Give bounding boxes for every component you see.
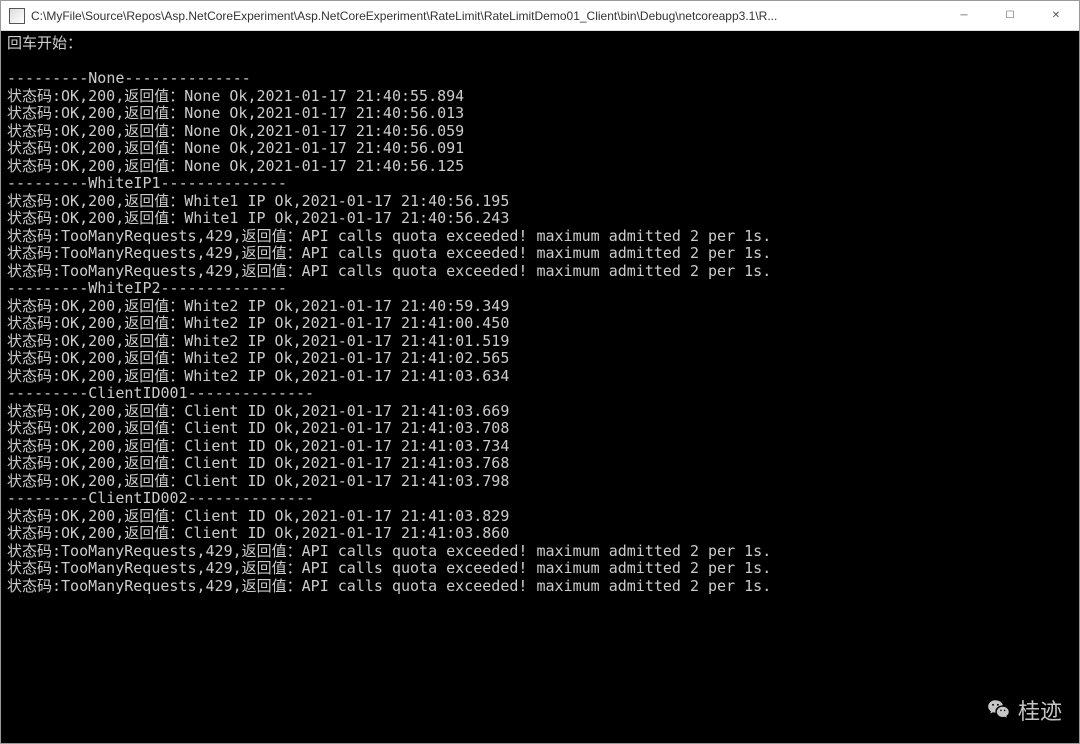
section-divider: ---------WhiteIP1-------------- [7,174,287,192]
console-line: 状态码:OK,200,返回值：White1 IP Ok,2021-01-17 2… [7,209,509,227]
console-line: 状态码:OK,200,返回值：None Ok,2021-01-17 21:40:… [7,122,464,140]
console-line: 状态码:OK,200,返回值：White2 IP Ok,2021-01-17 2… [7,332,509,350]
maximize-button[interactable]: ☐ [987,1,1033,31]
console-line: 状态码:OK,200,返回值：White1 IP Ok,2021-01-17 2… [7,192,509,210]
section-divider: ---------WhiteIP2-------------- [7,279,287,297]
console-line: 状态码:TooManyRequests,429,返回值：API calls qu… [7,262,771,280]
section-divider: ---------ClientID002-------------- [7,489,314,507]
wechat-icon [986,697,1012,723]
title-bar[interactable]: C:\MyFile\Source\Repos\Asp.NetCoreExperi… [1,1,1079,31]
console-line: 状态码:OK,200,返回值：Client ID Ok,2021-01-17 2… [7,419,509,437]
minimize-button[interactable]: ─ [941,1,987,31]
console-line: 回车开始： [7,34,82,52]
console-line: 状态码:OK,200,返回值：None Ok,2021-01-17 21:40:… [7,104,464,122]
console-line: 状态码:OK,200,返回值：White2 IP Ok,2021-01-17 2… [7,297,509,315]
console-line: 状态码:OK,200,返回值：Client ID Ok,2021-01-17 2… [7,402,509,420]
watermark: 桂迹 [986,694,1062,726]
console-line: 状态码:OK,200,返回值：White2 IP Ok,2021-01-17 2… [7,314,509,332]
console-line: 状态码:OK,200,返回值：Client ID Ok,2021-01-17 2… [7,507,509,525]
close-button[interactable]: ✕ [1033,1,1079,31]
console-line: 状态码:OK,200,返回值：White2 IP Ok,2021-01-17 2… [7,349,509,367]
console-line: 状态码:OK,200,返回值：Client ID Ok,2021-01-17 2… [7,472,509,490]
console-line: 状态码:TooManyRequests,429,返回值：API calls qu… [7,244,771,262]
console-line: 状态码:OK,200,返回值：Client ID Ok,2021-01-17 2… [7,437,509,455]
console-window: C:\MyFile\Source\Repos\Asp.NetCoreExperi… [0,0,1080,744]
console-line: 状态码:TooManyRequests,429,返回值：API calls qu… [7,559,771,577]
window-controls: ─ ☐ ✕ [941,1,1079,31]
console-line: 状态码:OK,200,返回值：Client ID Ok,2021-01-17 2… [7,524,509,542]
console-line: 状态码:OK,200,返回值：White2 IP Ok,2021-01-17 2… [7,367,509,385]
console-line: 状态码:OK,200,返回值：Client ID Ok,2021-01-17 2… [7,454,509,472]
window-title: C:\MyFile\Source\Repos\Asp.NetCoreExperi… [31,9,941,23]
console-line: 状态码:TooManyRequests,429,返回值：API calls qu… [7,577,771,595]
watermark-text: 桂迹 [1018,694,1062,726]
section-divider: ---------ClientID001-------------- [7,384,314,402]
console-output[interactable]: 回车开始： ---------None-------------- 状态码:OK… [1,31,1079,743]
console-line: 状态码:OK,200,返回值：None Ok,2021-01-17 21:40:… [7,87,464,105]
console-line: 状态码:TooManyRequests,429,返回值：API calls qu… [7,227,771,245]
console-line: 状态码:TooManyRequests,429,返回值：API calls qu… [7,542,771,560]
console-line: 状态码:OK,200,返回值：None Ok,2021-01-17 21:40:… [7,139,464,157]
console-line: 状态码:OK,200,返回值：None Ok,2021-01-17 21:40:… [7,157,464,175]
app-icon [9,8,25,24]
section-divider: ---------None-------------- [7,69,251,87]
